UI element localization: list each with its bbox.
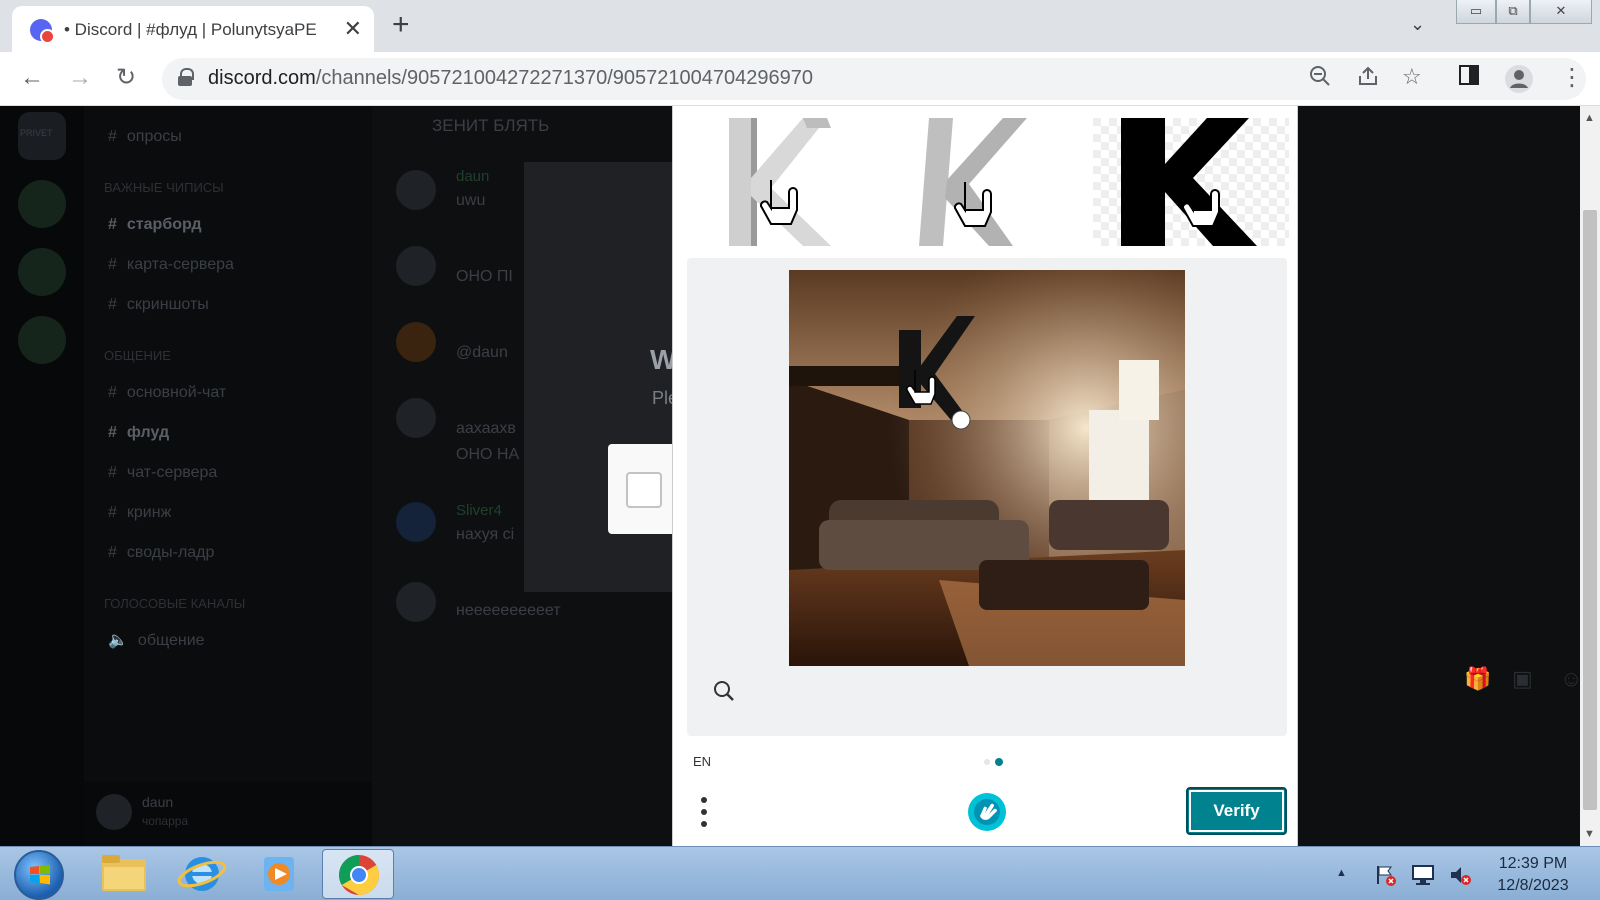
- channel-category[interactable]: важные чиписы: [104, 180, 224, 195]
- start-button[interactable]: [14, 850, 64, 900]
- voice-channel-item[interactable]: 🔈 общение: [108, 630, 205, 650]
- side-panel-icon[interactable]: [1458, 64, 1480, 93]
- challenge-image[interactable]: [789, 270, 1185, 666]
- lock-icon[interactable]: [178, 68, 194, 86]
- avatar[interactable]: [396, 170, 436, 210]
- channel-item[interactable]: # опросы: [108, 128, 182, 146]
- message-author[interactable]: daun: [456, 168, 489, 185]
- channel-item-active[interactable]: # флуд: [108, 424, 169, 442]
- new-tab-button[interactable]: +: [392, 10, 410, 40]
- reload-button[interactable]: ↻: [116, 64, 136, 92]
- message-text: @daun: [456, 344, 508, 361]
- server-icon[interactable]: [18, 248, 66, 296]
- channel-item[interactable]: # старборд: [108, 216, 202, 234]
- windows-taskbar: ▲ 12:39 PM 12/8/2023: [0, 846, 1600, 900]
- channel-item[interactable]: # чат-сервера: [108, 464, 217, 482]
- address-bar[interactable]: discord.com/channels/905721004272271370/…: [162, 58, 1586, 100]
- channel-item[interactable]: # основной-чат: [108, 384, 226, 402]
- tab-close-icon[interactable]: ✕: [344, 16, 362, 42]
- browser-toolbar: ← → ↻ discord.com/channels/9057210042722…: [0, 52, 1600, 106]
- bookmark-star-icon[interactable]: ☆: [1402, 64, 1422, 90]
- hcaptcha-checkbox[interactable]: [626, 472, 662, 508]
- url-text[interactable]: discord.com/channels/905721004272271370/…: [208, 67, 813, 90]
- example-images: [685, 118, 1289, 246]
- channel-category[interactable]: общение: [104, 348, 171, 363]
- server-list: PRIVET: [0, 106, 84, 846]
- avatar[interactable]: [396, 398, 436, 438]
- screen: • Discord | #флуд | PolunytsyaPE ✕ + ⌄ ▭…: [0, 0, 1600, 900]
- volume-muted-icon[interactable]: [1448, 863, 1472, 892]
- message-text: неееееееееет: [456, 602, 561, 619]
- avatar[interactable]: [96, 794, 132, 830]
- chat-header: ЗЕНИТ БЛЯТЬ: [432, 116, 550, 135]
- server-icon[interactable]: [18, 316, 66, 364]
- scrollbar-thumb[interactable]: [1583, 210, 1597, 810]
- verify-button[interactable]: Verify: [1186, 787, 1287, 835]
- zoom-search-icon[interactable]: [709, 676, 739, 706]
- tab-title: • Discord | #флуд | PolunytsyaPE: [64, 20, 317, 39]
- share-icon[interactable]: [1356, 64, 1380, 94]
- captcha-challenge: EN Verify: [672, 106, 1298, 846]
- message-text: нахуя сі: [456, 526, 515, 543]
- user-status: чопарра: [142, 814, 189, 828]
- username: daun: [142, 794, 174, 810]
- clock-date: 12/8/2023: [1497, 877, 1569, 894]
- action-center-flag-icon[interactable]: [1374, 863, 1398, 892]
- window-close-button[interactable]: ✕: [1530, 0, 1592, 24]
- server-icon[interactable]: PRIVET: [18, 112, 66, 160]
- internet-explorer-icon[interactable]: [166, 849, 238, 899]
- minimize-button[interactable]: ▭: [1456, 0, 1496, 24]
- more-options-icon[interactable]: [699, 794, 709, 830]
- tab-search-icon[interactable]: ⌄: [1410, 14, 1425, 35]
- chrome-icon[interactable]: [322, 849, 394, 899]
- avatar[interactable]: [396, 502, 436, 542]
- channel-item[interactable]: # карта-сервера: [108, 256, 234, 274]
- restore-button[interactable]: ⧉: [1496, 0, 1530, 24]
- example-image-3: [1093, 118, 1289, 246]
- message-text: ОНО ПІ: [456, 268, 513, 285]
- avatar[interactable]: [396, 322, 436, 362]
- scroll-down-arrow-icon[interactable]: ▼: [1584, 828, 1595, 840]
- avatar[interactable]: [396, 582, 436, 622]
- channel-item[interactable]: # кринж: [108, 504, 171, 522]
- channel-item[interactable]: # скриншоты: [108, 296, 209, 314]
- page-indicator: [981, 754, 1011, 766]
- gift-icon[interactable]: 🎁: [1464, 666, 1491, 692]
- scroll-up-arrow-icon[interactable]: ▲: [1584, 112, 1595, 124]
- browser-tab[interactable]: • Discord | #флуд | PolunytsyaPE ✕: [12, 6, 374, 52]
- channel-sidebar: # опросы важные чиписы # старборд # карта-с…: [84, 106, 372, 846]
- forward-button[interactable]: →: [68, 64, 92, 92]
- message-text: ОНО НА: [456, 446, 520, 463]
- server-icon[interactable]: [18, 180, 66, 228]
- example-image-2: [889, 118, 1085, 246]
- avatar[interactable]: [396, 246, 436, 286]
- example-image-1: [685, 118, 881, 246]
- user-panel: daun чопарра: [84, 782, 372, 846]
- discord-favicon-icon: [30, 19, 55, 44]
- browser-tab-strip: • Discord | #флуд | PolunytsyaPE ✕ + ⌄ ▭…: [0, 0, 1600, 52]
- challenge-panel: [687, 258, 1287, 736]
- windows-logo-icon: [30, 864, 50, 885]
- back-button[interactable]: ←: [20, 64, 44, 92]
- language-selector[interactable]: EN: [693, 754, 711, 769]
- message-author[interactable]: Sliver4: [456, 502, 502, 519]
- network-icon[interactable]: [1410, 863, 1436, 892]
- gif-icon[interactable]: ▣: [1512, 666, 1533, 692]
- system-clock[interactable]: 12:39 PM 12/8/2023: [1478, 853, 1588, 897]
- message-text: uwu: [456, 192, 486, 209]
- profile-icon[interactable]: [1504, 64, 1534, 101]
- zoom-out-icon[interactable]: [1308, 64, 1332, 94]
- channel-category[interactable]: голосовые каналы: [104, 596, 245, 611]
- media-player-icon[interactable]: [244, 849, 316, 899]
- selection-marker: [951, 410, 971, 430]
- file-explorer-icon[interactable]: [88, 849, 160, 899]
- emoji-icon[interactable]: ☺: [1560, 666, 1580, 692]
- clock-time: 12:39 PM: [1498, 855, 1568, 872]
- hcaptcha-logo-icon[interactable]: [967, 792, 1007, 832]
- channel-item[interactable]: # своды-ладр: [108, 544, 214, 562]
- page-scrollbar[interactable]: ▲ ▼: [1580, 106, 1600, 846]
- show-hidden-icons-icon[interactable]: ▲: [1336, 867, 1347, 879]
- message-text: аахаахв: [456, 420, 516, 437]
- browser-menu-icon[interactable]: ⋮: [1560, 64, 1584, 92]
